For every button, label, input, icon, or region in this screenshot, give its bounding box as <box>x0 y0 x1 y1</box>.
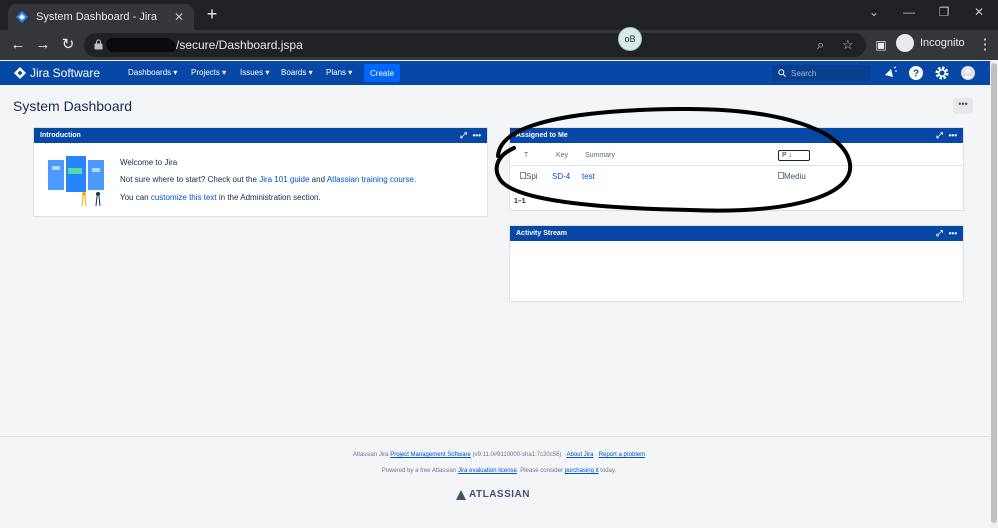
zoom-icon[interactable]: ⌕ <box>817 37 824 53</box>
settings-gear-icon[interactable] <box>934 65 950 81</box>
page-scrollbar[interactable] <box>990 61 998 528</box>
search-input[interactable]: Search <box>772 65 870 81</box>
page-footer: Atlassian Jira Project Management Softwa… <box>0 436 998 528</box>
user-avatar-icon[interactable] <box>960 65 976 81</box>
help-icon[interactable]: ? <box>908 65 924 81</box>
incognito-profile[interactable]: Incognito <box>896 34 965 52</box>
activity-stream-gadget: Activity Stream ⤢ ••• <box>509 225 964 302</box>
restore-icon[interactable]: ❐ <box>932 5 956 19</box>
welcome-illustration-icon <box>48 156 104 206</box>
intro-line-guides: Not sure where to start? Check out the J… <box>120 175 417 184</box>
jira-favicon-icon <box>16 11 28 23</box>
customize-text-link[interactable]: customize this text <box>151 193 217 202</box>
evaluation-license-link[interactable]: Jira evaluation license <box>458 468 517 474</box>
atlassian-training-link[interactable]: Atlassian training course <box>327 175 414 184</box>
gadget-menu-icon[interactable]: ••• <box>473 128 481 143</box>
footer-line-version: Atlassian Jira Project Management Softwa… <box>352 452 646 458</box>
gadget-actions: ⤢ ••• <box>460 128 481 143</box>
welcome-text: Welcome to Jira <box>120 158 178 167</box>
side-panel-icon[interactable]: ▣ <box>872 36 890 54</box>
reload-icon[interactable]: ↻ <box>59 36 77 54</box>
menu-issues[interactable]: Issues ▾ <box>240 68 269 77</box>
lock-icon <box>94 39 103 50</box>
url-path: /secure/Dashboard.jspa <box>176 38 303 52</box>
search-placeholder: Search <box>791 68 817 78</box>
browser-tab-active[interactable]: System Dashboard - Jira ✕ <box>8 4 194 30</box>
bookmark-star-icon[interactable]: ☆ <box>842 37 854 53</box>
menu-boards[interactable]: Boards ▾ <box>281 68 313 77</box>
jira-header: Jira Software Dashboards ▾ Projects ▾ Is… <box>0 61 998 85</box>
search-icon <box>778 69 786 77</box>
intro-line-customize: You can customize this text in the Admin… <box>120 193 321 202</box>
pm-software-link[interactable]: Project Management Software <box>390 452 471 458</box>
redacted-host <box>106 38 176 52</box>
introduction-gadget: Introduction ⤢ ••• Welcome to Jira Not s… <box>33 127 488 217</box>
atlassian-brand: ATLASSIAN <box>469 489 530 500</box>
scroll-thumb[interactable] <box>991 63 997 523</box>
footer-line-license: Powered by a free Atlassian Jira evaluat… <box>381 468 617 474</box>
minimize-icon[interactable]: — <box>897 5 921 19</box>
new-tab-icon[interactable]: + <box>202 5 222 23</box>
menu-projects[interactable]: Projects ▾ <box>191 68 226 77</box>
back-icon[interactable]: ← <box>9 36 27 54</box>
jira-logo[interactable]: Jira Software <box>14 66 100 80</box>
window-close-icon[interactable]: ✕ <box>967 5 991 19</box>
gadget-menu-icon[interactable]: ••• <box>949 128 957 143</box>
menu-dashboards[interactable]: Dashboards ▾ <box>128 68 177 77</box>
gadget-header: Activity Stream ⤢ ••• <box>510 226 963 241</box>
address-bar[interactable]: /secure/Dashboard.jspa ⌕ ☆ <box>84 33 866 57</box>
gadget-title: Introduction <box>40 132 81 139</box>
report-problem-link[interactable]: Report a problem <box>599 452 645 458</box>
about-jira-link[interactable]: About Jira <box>566 452 593 458</box>
dashboard-more-button[interactable]: ••• <box>953 98 973 114</box>
page-title: System Dashboard <box>13 98 133 114</box>
jira-logo-icon <box>14 67 26 79</box>
incognito-label: Incognito <box>920 37 965 49</box>
expand-icon[interactable]: ⤢ <box>936 128 942 143</box>
create-button[interactable]: Create <box>364 64 401 82</box>
jira-101-guide-link[interactable]: Jira 101 guide <box>259 175 309 184</box>
expand-icon[interactable]: ⤢ <box>936 226 942 241</box>
expand-icon[interactable]: ⤢ <box>460 128 466 143</box>
gadget-header: Introduction ⤢ ••• <box>34 128 487 143</box>
forward-icon[interactable]: → <box>34 36 52 54</box>
tab-close-icon[interactable]: ✕ <box>172 10 186 24</box>
annotation-circle-icon <box>494 106 853 213</box>
tab-title: System Dashboard - Jira <box>36 11 158 23</box>
menu-plans[interactable]: Plans ▾ <box>326 68 352 77</box>
tab-search-chevron-icon[interactable]: ⌄ <box>862 5 886 19</box>
incognito-icon <box>896 34 914 52</box>
gadget-menu-icon[interactable]: ••• <box>949 226 957 241</box>
gadget-title: Activity Stream <box>516 230 567 237</box>
browser-tabstrip: System Dashboard - Jira ✕ + ⌄ — ❐ ✕ <box>0 0 998 30</box>
atlassian-logo-icon <box>456 489 466 500</box>
purchasing-link[interactable]: purchasing it <box>565 468 599 474</box>
gadget-actions: ⤢ ••• <box>936 226 957 241</box>
browser-toolbar: ← → ↻ /secure/Dashboard.jspa ⌕ ☆ ▣ Incog… <box>0 30 998 60</box>
product-name: Jira Software <box>30 66 101 80</box>
atlassian-logo[interactable]: ATLASSIAN <box>456 489 530 500</box>
profile-chip[interactable]: oB <box>618 27 642 51</box>
browser-menu-icon[interactable]: ⋮ <box>976 36 994 54</box>
gadget-actions: ⤢ ••• <box>936 128 957 143</box>
notifications-icon[interactable] <box>882 65 898 81</box>
svg-text:?: ? <box>913 69 919 80</box>
